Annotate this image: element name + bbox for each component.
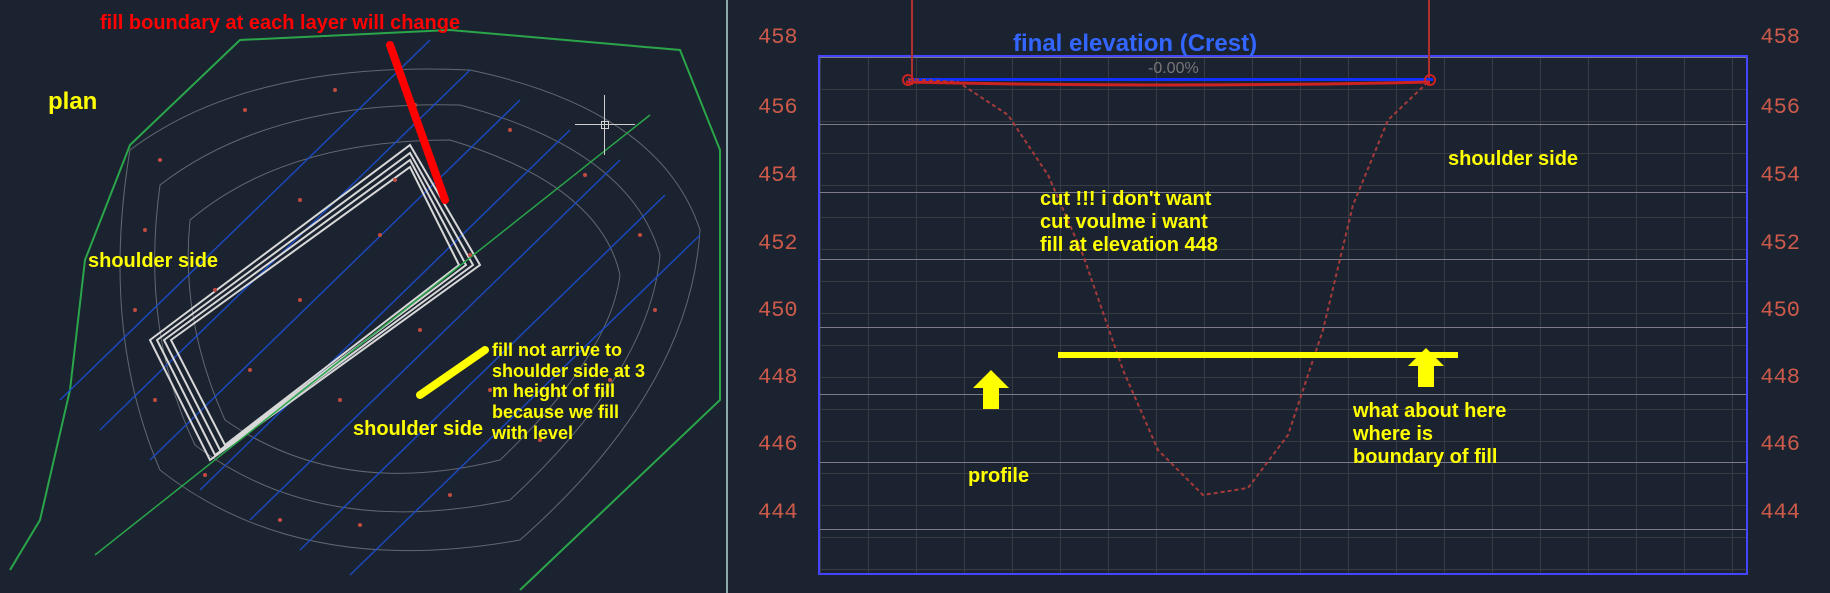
fill-level-448-line bbox=[1058, 352, 1458, 358]
ytick-right-458: 458 bbox=[1760, 25, 1800, 50]
ytick-left-444: 444 bbox=[758, 500, 798, 525]
ann-fill-boundary-change: fill boundary at each layer will change bbox=[100, 12, 460, 35]
ytick-right-456: 456 bbox=[1760, 95, 1800, 120]
design-crest-line bbox=[908, 78, 1433, 81]
ytick-left-448: 448 bbox=[758, 365, 798, 390]
arrow-right-icon bbox=[1408, 348, 1444, 390]
ytick-right-446: 446 bbox=[1760, 432, 1800, 457]
station-line-left bbox=[911, 0, 913, 85]
ann-profile-label: profile bbox=[968, 465, 1029, 488]
grade-percent: -0.00% bbox=[1148, 60, 1199, 78]
ytick-left-446: 446 bbox=[758, 432, 798, 457]
ytick-left-450: 450 bbox=[758, 298, 798, 323]
ytick-left-452: 452 bbox=[758, 231, 798, 256]
ann-shoulder-right: shoulder side bbox=[1448, 148, 1578, 171]
profile-grid bbox=[818, 55, 1748, 575]
plan-title: plan bbox=[48, 88, 97, 116]
ann-fill-note: fill not arrive to shoulder side at 3 m … bbox=[492, 340, 645, 443]
ytick-left-458: 458 bbox=[758, 25, 798, 50]
arrow-left-icon bbox=[973, 370, 1009, 412]
station-line-right bbox=[1428, 0, 1430, 85]
ann-cut-note: cut !!! i don't want cut voulme i want f… bbox=[1040, 188, 1218, 257]
ytick-left-454: 454 bbox=[758, 163, 798, 188]
ann-boundary-note: what about here where is boundary of fil… bbox=[1353, 400, 1506, 469]
ytick-right-448: 448 bbox=[1760, 365, 1800, 390]
ann-shoulder-bottom: shoulder side bbox=[353, 418, 483, 441]
ytick-right-444: 444 bbox=[1760, 500, 1800, 525]
profile-title: final elevation (Crest) bbox=[1013, 30, 1257, 58]
ann-shoulder-left: shoulder side bbox=[88, 250, 218, 273]
plan-viewport[interactable]: fill boundary at each layer will change … bbox=[0, 0, 728, 593]
ytick-left-456: 456 bbox=[758, 95, 798, 120]
plan-drawing bbox=[0, 0, 728, 593]
profile-viewport[interactable]: 458 456 454 452 450 448 446 444 458 456 … bbox=[728, 0, 1830, 593]
ytick-right-454: 454 bbox=[1760, 163, 1800, 188]
split-view: fill boundary at each layer will change … bbox=[0, 0, 1830, 593]
ytick-right-450: 450 bbox=[1760, 298, 1800, 323]
ytick-right-452: 452 bbox=[1760, 231, 1800, 256]
